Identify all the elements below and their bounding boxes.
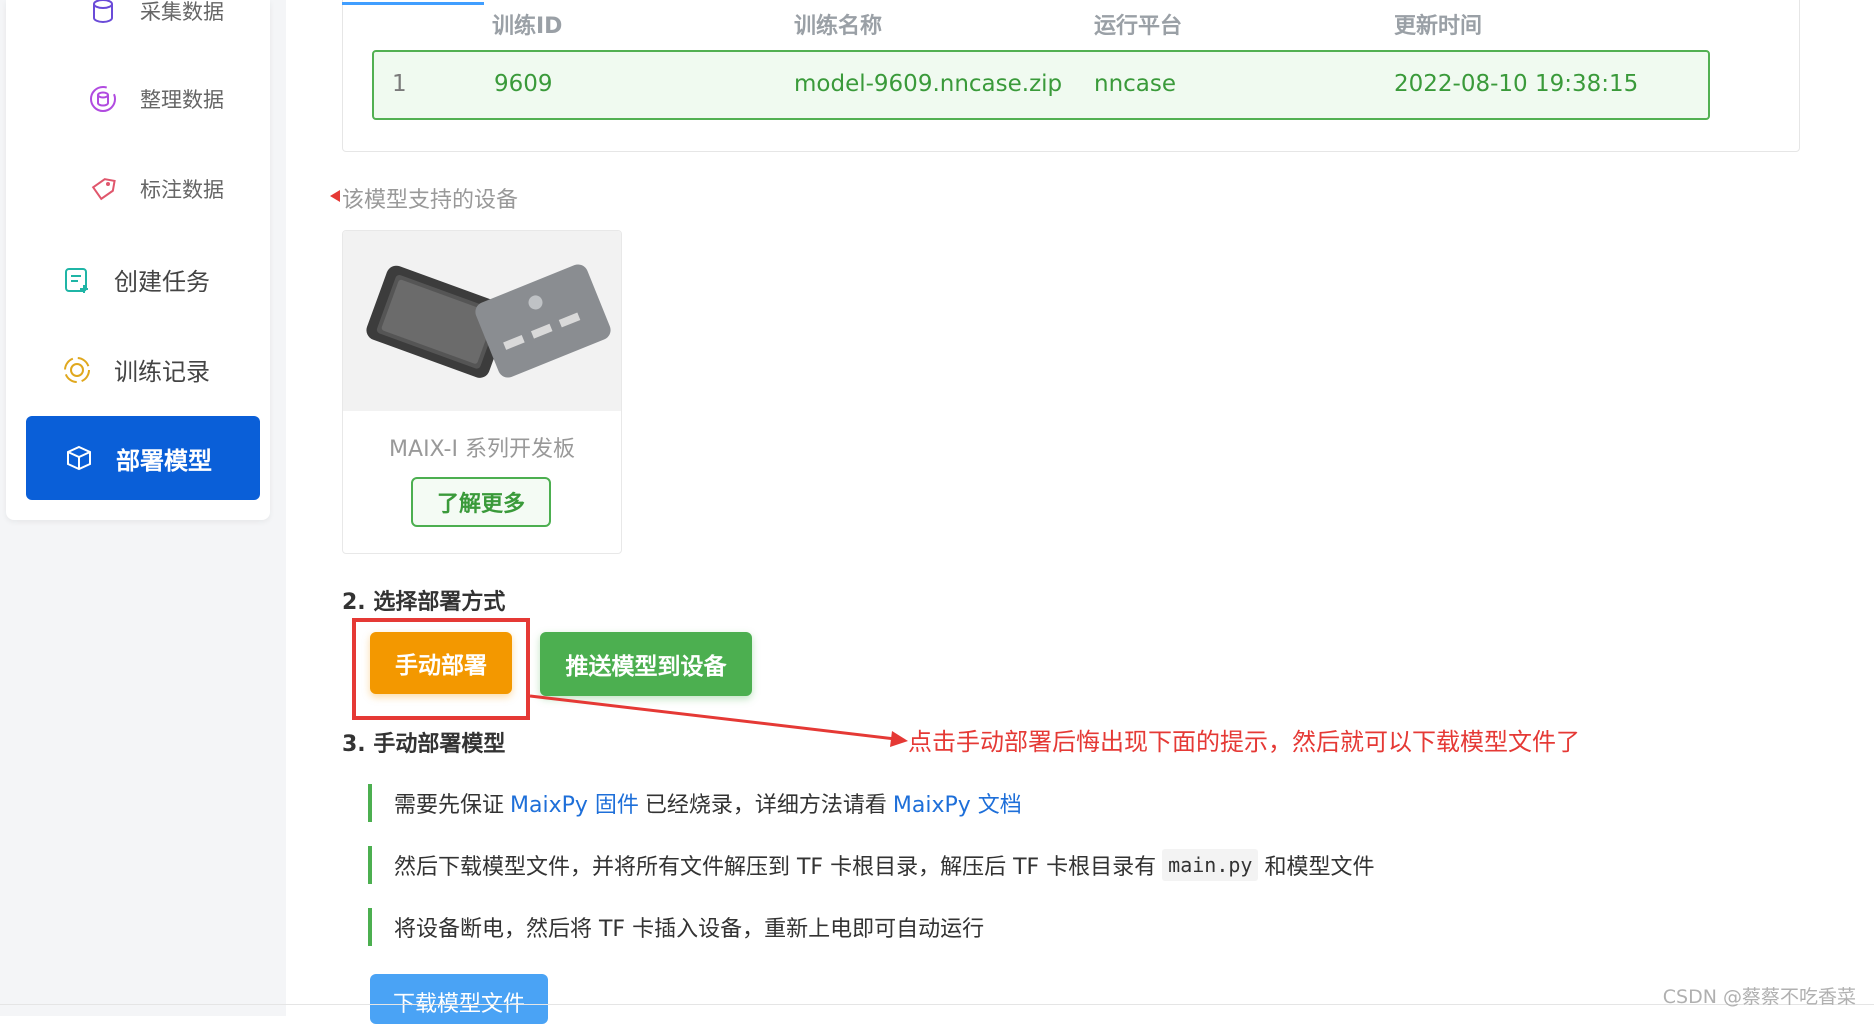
download-model-button[interactable]: 下载模型文件	[370, 974, 548, 1024]
code-filename: main.py	[1162, 849, 1259, 881]
annotation-text: 点击手动部署后悔出现下面的提示，然后就可以下载模型文件了	[908, 728, 1580, 756]
instruction-text: 和模型文件	[1264, 855, 1375, 880]
instruction-text: 将设备断电，然后将 TF 卡插入设备，重新上电即可自动运行	[394, 917, 985, 942]
maixpy-docs-link[interactable]: MaixPy 文档	[893, 787, 1022, 819]
sidebar-item-label: 整理数据	[140, 88, 224, 112]
column-header-training-name: 训练名称	[794, 14, 883, 39]
instruction-text: 需要先保证	[394, 793, 505, 818]
device-name: MAIX-I 系列开发板	[389, 437, 575, 462]
manual-deploy-button[interactable]: 手动部署	[370, 632, 512, 694]
sidebar-item-deploy-model[interactable]: 部署模型	[26, 416, 260, 500]
sidebar-item-label: 训练记录	[114, 358, 210, 386]
active-tab-indicator	[342, 2, 484, 5]
training-cycle-icon	[60, 353, 94, 387]
row-platform: nncase	[1094, 71, 1177, 97]
step2-title: 2. 选择部署方式	[342, 590, 506, 615]
sidebar-item-organize-data[interactable]: 整理数据	[86, 82, 224, 116]
row-updated-time: 2022-08-10 19:38:15	[1394, 71, 1639, 97]
database-icon	[86, 0, 120, 28]
instruction-line-3: 将设备断电，然后将 TF 卡插入设备，重新上电即可自动运行	[368, 908, 1494, 946]
sidebar-item-label: 创建任务	[114, 268, 210, 296]
instruction-text: 然后下载模型文件，并将所有文件解压到 TF 卡根目录，解压后 TF 卡根目录有	[394, 855, 1157, 880]
sidebar-item-collect-data[interactable]: 采集数据	[86, 0, 224, 28]
tag-icon	[86, 172, 120, 206]
row-training-id: 9609	[494, 71, 553, 97]
row-index: 1	[392, 71, 407, 97]
device-card: MAIX-I 系列开发板 了解更多	[342, 230, 622, 554]
device-image	[343, 231, 621, 411]
row-training-name: model-9609.nncase.zip	[794, 71, 1063, 97]
sidebar: 采集数据 整理数据 标注数据 创建任务 训练记录 部署模型	[6, 0, 270, 520]
step3-title: 3. 手动部署模型	[342, 732, 506, 757]
page-bottom-divider	[0, 1004, 1874, 1005]
instruction-line-1: 需要先保证 MaixPy 固件 已经烧录，详细方法请看 MaixPy 文档	[368, 784, 1494, 822]
learn-more-button[interactable]: 了解更多	[411, 477, 551, 527]
supported-devices-label: 该模型支持的设备	[342, 188, 519, 213]
sidebar-item-label: 部署模型	[116, 446, 212, 475]
instruction-text: 已经烧录，详细方法请看	[644, 793, 887, 818]
column-header-updated: 更新时间	[1394, 14, 1483, 39]
annotation-marker	[330, 190, 340, 202]
maixpy-firmware-link[interactable]: MaixPy 固件	[510, 787, 639, 819]
watermark: CSDN @蔡蔡不吃香菜	[1662, 986, 1856, 1008]
push-to-device-button[interactable]: 推送模型到设备	[540, 632, 752, 696]
cube-icon	[62, 441, 96, 475]
sidebar-item-label-data[interactable]: 标注数据	[86, 172, 224, 206]
sidebar-item-label: 采集数据	[140, 0, 224, 24]
instruction-line-2: 然后下载模型文件，并将所有文件解压到 TF 卡根目录，解压后 TF 卡根目录有 …	[368, 846, 1494, 884]
sidebar-item-create-task[interactable]: 创建任务	[60, 262, 210, 297]
task-add-icon	[60, 263, 94, 297]
sidebar-item-training-records[interactable]: 训练记录	[60, 352, 210, 387]
sidebar-item-label: 标注数据	[140, 178, 224, 202]
column-header-training-id: 训练ID	[492, 14, 563, 39]
column-header-platform: 运行平台	[1094, 14, 1183, 39]
data-sync-icon	[86, 82, 120, 116]
